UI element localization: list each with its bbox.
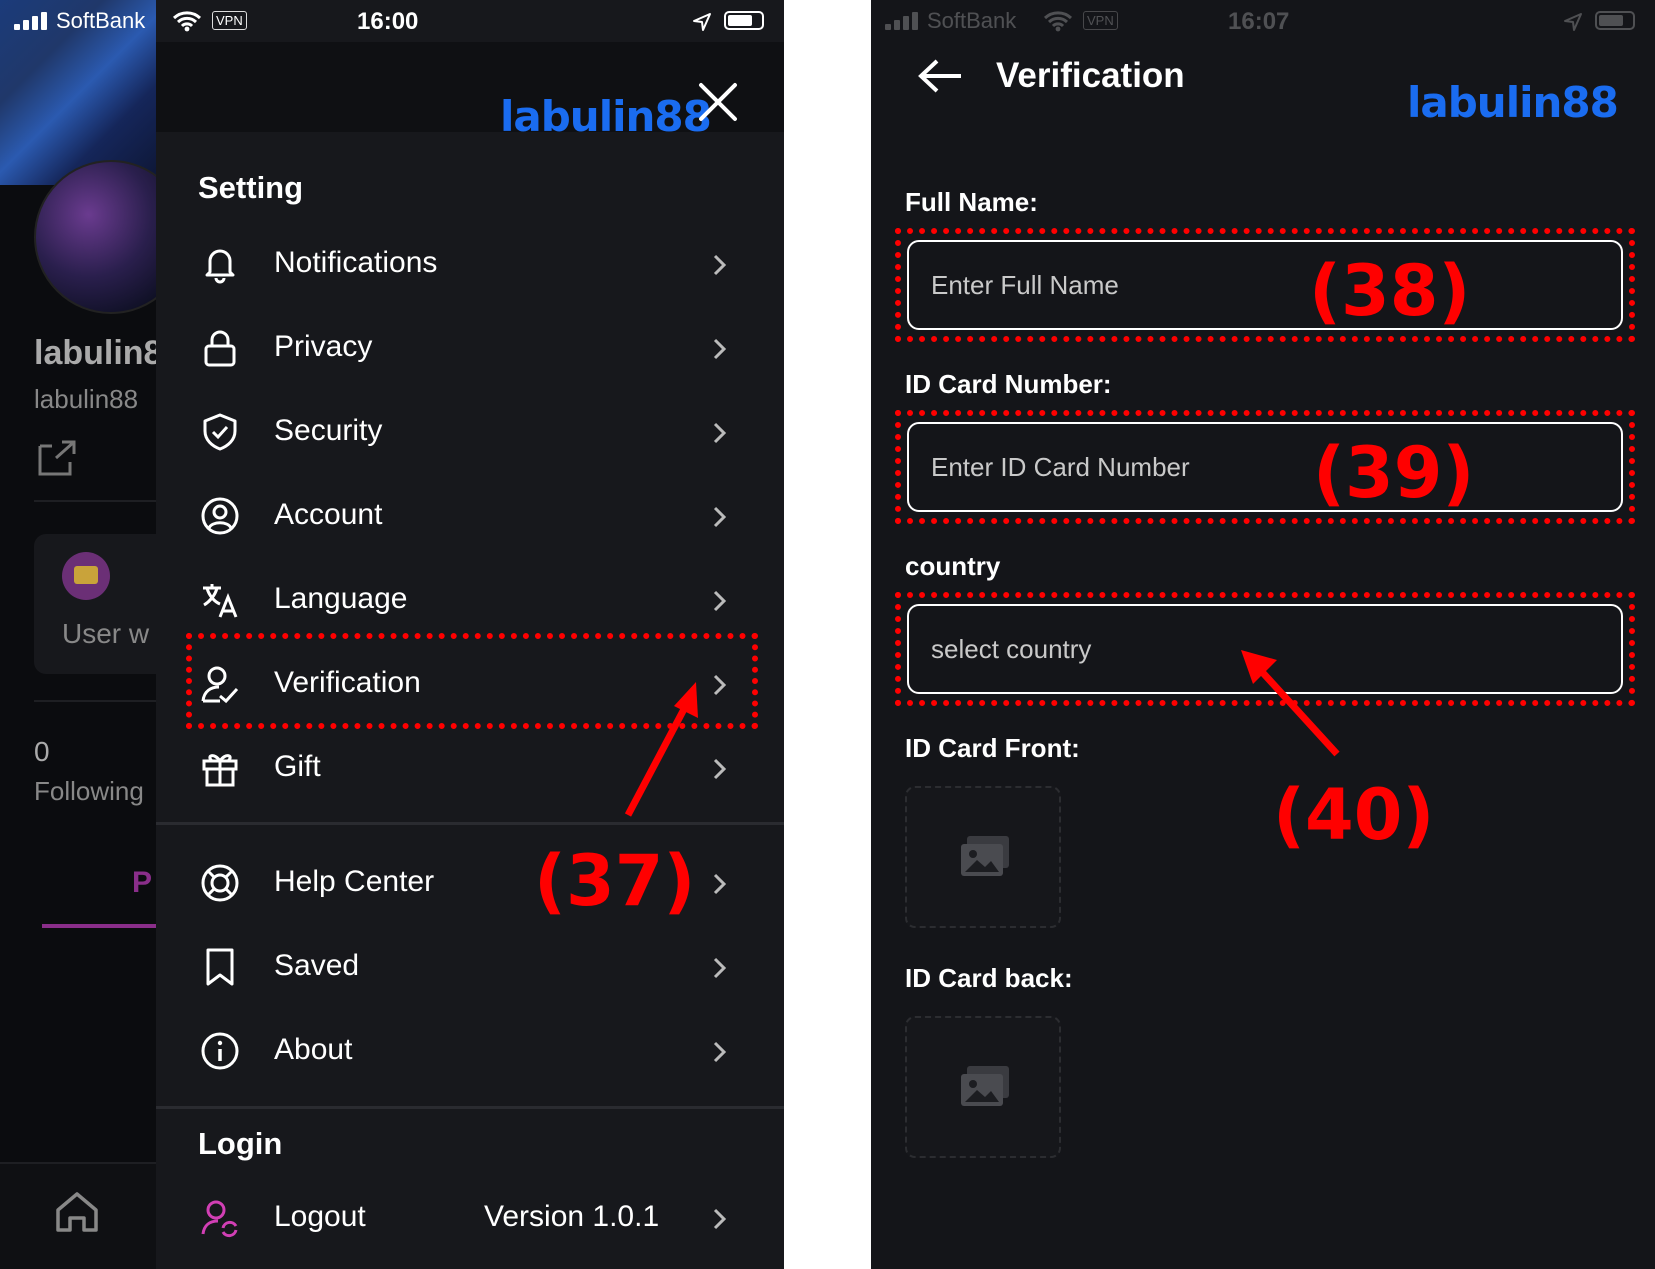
menu-item-label: Help Center — [274, 865, 435, 898]
location-arrow-icon — [692, 12, 712, 38]
user-wallet-label: User w — [62, 618, 150, 649]
id-card-front-label: ID Card Front: — [905, 733, 1080, 763]
menu-item-privacy[interactable]: Privacy — [156, 314, 784, 384]
menu-item-logout[interactable]: Logout — [156, 1184, 784, 1254]
back-arrow-icon[interactable] — [917, 58, 963, 99]
setting-section-title: Setting — [198, 170, 304, 205]
chevron-right-icon — [706, 1206, 732, 1232]
user-switch-icon — [200, 1198, 240, 1238]
annotation-arrow — [624, 682, 698, 817]
divider — [34, 500, 160, 502]
profile-tab: P — [132, 866, 153, 899]
chevron-right-icon — [706, 420, 732, 446]
country-label: country — [905, 551, 1001, 581]
watermark: labulin88 — [500, 92, 712, 141]
menu-item-security[interactable]: Security — [156, 398, 784, 468]
menu-item-about[interactable]: About — [156, 1017, 784, 1087]
watermark: labulin88 — [1407, 78, 1619, 127]
chevron-right-icon — [706, 504, 732, 530]
lifebuoy-icon — [200, 863, 240, 903]
menu-item-label: Account — [274, 498, 383, 531]
divider — [156, 822, 784, 825]
following-count: 0 — [34, 736, 50, 767]
profile-handle: labulin88 — [34, 384, 139, 414]
page-title: Verification — [996, 56, 1185, 95]
chevron-right-icon — [706, 955, 732, 981]
location-arrow-icon — [1563, 12, 1583, 38]
annotation-label-39: (39) — [1313, 432, 1475, 514]
annotation-box-full-name — [895, 228, 1635, 342]
wifi-icon — [1043, 10, 1073, 38]
divider — [156, 1106, 784, 1109]
id-card-back-upload[interactable] — [905, 1016, 1061, 1158]
carrier-name: SoftBank — [927, 8, 1017, 33]
chevron-right-icon — [706, 588, 732, 614]
full-name-label: Full Name: — [905, 187, 1038, 217]
status-time: 16:00 — [357, 8, 419, 35]
image-icon — [961, 1066, 1009, 1106]
chevron-right-icon — [706, 1039, 732, 1065]
id-card-front-upload[interactable] — [905, 786, 1061, 928]
image-icon — [961, 836, 1009, 876]
menu-item-label: Saved — [274, 949, 360, 982]
close-icon[interactable] — [696, 80, 740, 124]
tab-indicator — [42, 924, 160, 928]
profile-name: labulin8 — [34, 334, 163, 372]
chevron-right-icon — [706, 871, 732, 897]
following-label: Following — [34, 776, 144, 806]
status-time: 16:07 — [1228, 8, 1290, 35]
annotation-label-38: (38) — [1309, 250, 1471, 332]
menu-item-label: Language — [274, 582, 408, 615]
menu-item-label: About — [274, 1033, 353, 1066]
login-section-title: Login — [198, 1126, 283, 1161]
battery-icon — [724, 11, 764, 30]
carrier-name: SoftBank — [56, 8, 146, 33]
annotation-label-40: (40) — [1273, 774, 1435, 856]
vpn-badge: VPN — [212, 11, 247, 30]
menu-item-account[interactable]: Account — [156, 482, 784, 552]
translate-icon — [200, 580, 240, 620]
status-bar: SoftBank VPN 16:07 — [871, 0, 1655, 42]
wallet-icon — [62, 552, 110, 600]
annotation-box-id-number — [895, 410, 1635, 524]
chevron-right-icon — [706, 252, 732, 278]
menu-item-notifications[interactable]: Notifications — [156, 230, 784, 300]
chevron-right-icon — [706, 336, 732, 362]
bell-icon — [200, 244, 240, 284]
menu-item-saved[interactable]: Saved — [156, 933, 784, 1003]
lock-icon — [200, 328, 240, 368]
menu-item-label: Security — [274, 414, 383, 447]
logout-label: Logout — [274, 1200, 366, 1233]
shield-icon — [200, 412, 240, 452]
annotation-label-37: (37) — [534, 840, 696, 922]
version-text: Version 1.0.1 — [484, 1200, 660, 1233]
signal-icon — [885, 12, 921, 30]
divider — [34, 700, 160, 702]
bookmark-icon — [200, 947, 240, 987]
settings-screen: labulin8 labulin88 User w 0 Following P … — [0, 0, 784, 1269]
menu-item-label: Gift — [274, 750, 321, 783]
user-circle-icon — [200, 496, 240, 536]
info-icon — [200, 1031, 240, 1071]
menu-item-language[interactable]: Language — [156, 566, 784, 636]
gift-icon — [200, 748, 240, 788]
id-card-back-label: ID Card back: — [905, 963, 1073, 993]
menu-item-label: Notifications — [274, 246, 438, 279]
home-icon — [54, 1190, 100, 1239]
annotation-arrow — [1241, 650, 1340, 757]
verification-screen: SoftBank VPN 16:07 Verification labulin8… — [871, 0, 1655, 1269]
wifi-icon — [172, 10, 202, 38]
signal-icon — [14, 12, 50, 30]
battery-icon — [1595, 11, 1635, 30]
vpn-badge: VPN — [1083, 11, 1118, 30]
status-bar: SoftBank VPN 16:00 — [0, 0, 784, 42]
id-card-number-label: ID Card Number: — [905, 369, 1112, 399]
profile-background: labulin8 labulin88 User w 0 Following P — [0, 0, 194, 1269]
share-icon — [36, 438, 78, 483]
menu-item-label: Privacy — [274, 330, 373, 363]
